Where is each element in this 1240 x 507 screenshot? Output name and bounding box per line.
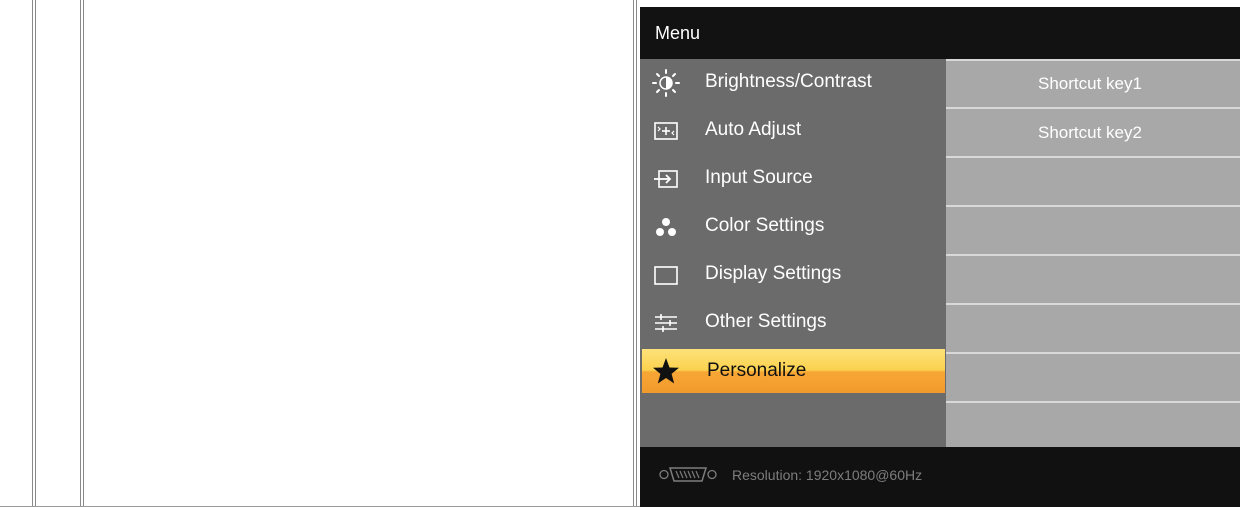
osd-footer: Resolution: 1920x1080@60Hz [640,447,1240,507]
menu-item-input-source[interactable]: Input Source [640,155,946,203]
submenu-item-label: Shortcut key1 [1038,74,1142,93]
input-source-icon [654,170,678,188]
table-border-line [633,0,634,507]
resolution-text: Resolution: 1920x1080@60Hz [732,467,923,483]
menu-item-other-settings[interactable]: Other Settings [640,299,946,347]
submenu-item-empty [946,306,1240,354]
table-border-line [83,0,84,507]
display-settings-icon [654,266,678,285]
menu-item-label: Brightness/Contrast [705,71,872,92]
osd-title: Menu [655,23,701,43]
menu-item-brightness-contrast[interactable]: Brightness/Contrast [640,59,946,107]
menu-item-label: Input Source [705,167,813,188]
menu-item-label: Color Settings [705,215,825,236]
submenu-item-shortcut-key2[interactable]: Shortcut key2 [946,110,1240,158]
osd-header: Menu [640,7,1240,59]
submenu-item-empty [946,257,1240,305]
color-settings-icon [656,218,676,236]
menu-item-personalize[interactable]: Personalize [642,349,945,393]
table-border-line [32,0,33,507]
auto-adjust-icon [654,122,678,140]
submenu-item-empty [946,355,1240,403]
main-menu-list: Brightness/Contrast Auto Adjust Input So… [640,59,946,447]
star-icon [653,358,679,384]
menu-item-display-settings[interactable]: Display Settings [640,251,946,299]
menu-item-color-settings[interactable]: Color Settings [640,203,946,251]
submenu-item-empty [946,159,1240,207]
menu-item-label: Other Settings [705,311,827,332]
submenu-list: Shortcut key1 Shortcut key2 [946,59,1240,447]
table-border-line [35,0,36,507]
menu-item-label: Display Settings [705,263,842,284]
submenu-item-label: Shortcut key2 [1038,123,1142,142]
submenu-item-empty [946,208,1240,256]
menu-item-label: Personalize [707,360,807,381]
brightness-icon [652,69,680,97]
osd-menu-panel: Menu Brightness/Contrast Auto Adjust Inp… [640,7,1240,507]
other-settings-icon [655,314,677,332]
table-border-line [80,0,81,507]
table-border-line [636,0,637,507]
vga-connector-icon [659,467,717,482]
submenu-item-shortcut-key1[interactable]: Shortcut key1 [946,61,1240,109]
menu-item-label: Auto Adjust [705,119,802,140]
menu-item-auto-adjust[interactable]: Auto Adjust [640,107,946,155]
